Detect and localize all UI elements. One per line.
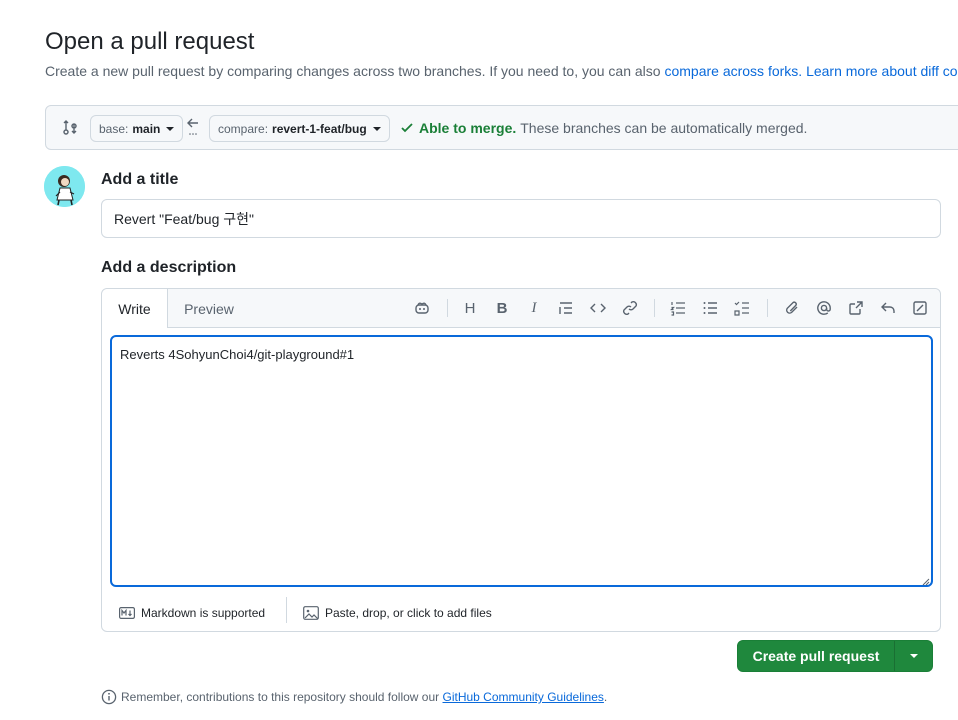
merge-status-ok: Able to merge.	[419, 120, 517, 136]
create-pull-request-label: Create pull request	[752, 648, 880, 664]
triangle-down-icon	[909, 654, 918, 658]
arrow-left-icon	[186, 117, 200, 142]
title-input[interactable]	[101, 199, 941, 238]
base-branch-select[interactable]: base: main	[90, 115, 184, 142]
note-text: Remember, contributions to this reposito…	[121, 690, 440, 704]
link-icon[interactable]	[620, 298, 640, 318]
base-label: base:	[99, 121, 129, 136]
merge-status-detail: These branches can be automatically merg…	[520, 120, 808, 136]
markdown-supported-link[interactable]: Markdown is supported	[119, 595, 265, 631]
description-editor: Write Preview H B I Reverts 4SohyunChoi4…	[101, 288, 941, 632]
mention-icon[interactable]	[814, 298, 834, 318]
editor-toolbar: Write Preview H B I	[102, 289, 940, 328]
avatar	[44, 166, 85, 207]
unordered-list-icon[interactable]	[700, 298, 720, 318]
footer-divider	[286, 597, 287, 623]
title-label: Add a title	[101, 171, 179, 188]
description-textarea[interactable]: Reverts 4SohyunChoi4/git-playground#1	[110, 335, 933, 587]
toolbar-divider	[447, 299, 448, 317]
community-guidelines-link[interactable]: GitHub Community Guidelines	[443, 690, 604, 704]
tab-write[interactable]: Write	[102, 289, 168, 328]
image-icon	[303, 606, 319, 620]
base-value: main	[132, 121, 161, 136]
toolbar-divider	[654, 299, 655, 317]
page-subtitle: Create a new pull request by comparing c…	[45, 63, 958, 79]
page-title: Open a pull request	[45, 28, 255, 55]
bold-button[interactable]: B	[492, 298, 512, 318]
editor-footer: Markdown is supported Paste, drop, or cl…	[102, 595, 940, 631]
copilot-icon[interactable]	[412, 298, 432, 318]
markdown-note: Markdown is supported	[141, 606, 266, 620]
compare-branch-select[interactable]: compare: revert-1-feat/bug	[209, 115, 390, 142]
compare-forks-link[interactable]: compare across forks.	[664, 63, 802, 79]
description-label: Add a description	[101, 259, 237, 276]
merge-status: Able to merge. These branches can be aut…	[400, 120, 807, 136]
chevron-down-icon	[166, 126, 175, 131]
quote-icon[interactable]	[556, 298, 576, 318]
subtitle-text: Create a new pull request by comparing c…	[45, 63, 661, 79]
reply-icon[interactable]	[878, 298, 898, 318]
markdown-icon	[119, 607, 135, 619]
info-icon	[101, 689, 117, 705]
check-icon	[400, 121, 414, 135]
italic-button[interactable]: I	[524, 298, 544, 318]
create-pull-request-button[interactable]: Create pull request	[737, 640, 933, 672]
attach-files-button[interactable]: Paste, drop, or click to add files	[303, 595, 492, 631]
learn-more-link[interactable]: Learn more about diff com	[806, 63, 958, 79]
fullscreen-icon[interactable]	[910, 298, 930, 318]
heading-button[interactable]: H	[460, 298, 480, 318]
tab-preview[interactable]: Preview	[168, 289, 250, 328]
compare-label: compare:	[218, 121, 269, 136]
compare-value: revert-1-feat/bug	[272, 121, 367, 136]
attach-note: Paste, drop, or click to add files	[325, 606, 492, 620]
task-list-icon[interactable]	[732, 298, 752, 318]
cross-reference-icon[interactable]	[846, 298, 866, 318]
compare-bar: base: main compare: revert-1-feat/bug Ab…	[45, 105, 958, 150]
toolbar-divider	[767, 299, 768, 317]
create-options-dropdown[interactable]	[895, 654, 932, 658]
git-compare-icon	[62, 119, 78, 140]
ordered-list-icon[interactable]	[668, 298, 688, 318]
paperclip-icon[interactable]	[782, 298, 802, 318]
chevron-down-icon	[372, 126, 381, 131]
resize-handle-icon[interactable]	[922, 578, 930, 586]
guidelines-note: Remember, contributions to this reposito…	[101, 689, 607, 705]
note-suffix: .	[603, 690, 608, 704]
code-icon[interactable]	[588, 298, 608, 318]
